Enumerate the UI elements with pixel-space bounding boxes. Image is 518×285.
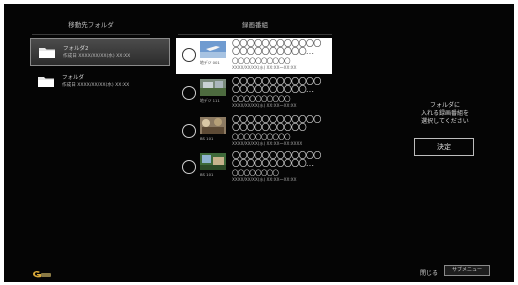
recording-item[interactable]: BS 101 〇〇〇〇〇〇〇〇〇〇〇〇〇〇〇〇〇〇〇〇〇〇 〇〇〇〇〇〇〇〇〇〇… <box>176 114 332 150</box>
radio-button[interactable] <box>182 48 196 62</box>
recording-item[interactable]: BS 101 〇〇〇〇〇〇〇〇〇〇〇〇〇〇〇〇〇〇〇〇〇〇… 〇〇〇〇〇〇〇〇 … <box>176 150 332 186</box>
folder-icon <box>38 77 54 87</box>
recording-datetime: XXXX/XX/XX(水) XX:XX〜XX:XX <box>232 65 297 70</box>
channel-label: 地デジ 111 <box>200 98 220 103</box>
folder-created-date: 作成日 XXXX/XX/XX(水) XX:XX <box>63 54 131 59</box>
instruction-line: 入れる録画番組を <box>420 110 469 117</box>
folder-item[interactable]: フォルダ 作成日 XXXX/XX/XX(水) XX:XX <box>30 68 170 96</box>
recording-subtitle: 〇〇〇〇〇〇〇〇〇〇 <box>232 133 291 141</box>
recording-title: 〇〇〇〇〇〇〇〇〇〇〇〇〇〇〇〇〇〇〇〇〇〇… <box>232 150 321 168</box>
recording-subtitle: 〇〇〇〇〇〇〇〇〇〇 <box>232 57 291 65</box>
folder-icon <box>39 48 55 58</box>
instruction-line: 選択してください <box>421 118 469 125</box>
close-label[interactable]: 閉じる <box>420 268 438 277</box>
channel-label: BS 101 <box>200 136 214 141</box>
tv-screen: 移動先フォルダ 録画番組 フォルダ2 作成日 XXXX/XX/XX(水) XX:… <box>4 4 514 282</box>
folder-item[interactable]: フォルダ2 作成日 XXXX/XX/XX(水) XX:XX <box>30 38 170 66</box>
submenu-button[interactable]: サブメニュー <box>444 265 490 276</box>
thumbnail-image <box>200 79 226 96</box>
radio-button[interactable] <box>182 160 196 174</box>
ok-button[interactable]: 決定 <box>414 138 474 156</box>
recording-title: 〇〇〇〇〇〇〇〇〇〇〇〇〇〇〇〇〇〇〇〇〇〇… <box>232 38 321 56</box>
instruction-line: フォルダに <box>429 102 460 109</box>
folder-column-header: 移動先フォルダ <box>68 21 114 29</box>
instruction-text: フォルダに 入れる録画番組を 選択してください <box>408 102 482 126</box>
folder-name: フォルダ2 <box>63 46 89 52</box>
recording-subtitle: 〇〇〇〇〇〇〇〇〇〇 <box>232 95 291 103</box>
channel-label: 地デジ 001 <box>200 60 220 65</box>
channel-label: BS 101 <box>200 172 214 177</box>
folder-header-divider <box>32 34 150 35</box>
folder-name: フォルダ <box>62 75 85 81</box>
thumbnail-image <box>200 117 226 134</box>
recording-subtitle: 〇〇〇〇〇〇〇〇 <box>232 169 279 177</box>
folder-created-date: 作成日 XXXX/XX/XX(水) XX:XX <box>62 83 130 88</box>
recording-datetime: XXXX/XX/XX(水) XX:XX〜XX:XX <box>232 103 297 108</box>
radio-button[interactable] <box>182 124 196 138</box>
recording-title: 〇〇〇〇〇〇〇〇〇〇〇〇〇〇〇〇〇〇〇〇〇〇… <box>232 76 321 94</box>
thumbnail-image <box>200 41 226 58</box>
recording-item[interactable]: 地デジ 111 〇〇〇〇〇〇〇〇〇〇〇〇〇〇〇〇〇〇〇〇〇〇… 〇〇〇〇〇〇〇〇… <box>176 76 332 112</box>
recording-datetime: XXXX/XX/XX(水) XX:XX〜XX:XX <box>232 177 297 182</box>
radio-button[interactable] <box>182 86 196 100</box>
recordings-column-header: 録画番組 <box>242 21 268 29</box>
recordings-header-divider <box>178 34 332 35</box>
recording-datetime: XXXX/XX/XX(水) XX:XX〜XX:XXXX <box>232 141 303 146</box>
recording-item[interactable]: 地デジ 001 〇〇〇〇〇〇〇〇〇〇〇〇〇〇〇〇〇〇〇〇〇〇… 〇〇〇〇〇〇〇〇… <box>176 38 332 74</box>
recording-title: 〇〇〇〇〇〇〇〇〇〇〇〇〇〇〇〇〇〇〇〇〇〇 <box>232 114 321 132</box>
thumbnail-image <box>200 153 226 170</box>
brand-logo <box>33 270 51 278</box>
